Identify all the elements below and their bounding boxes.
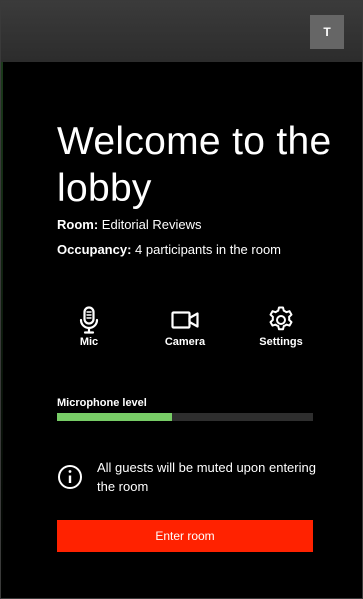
mic-button[interactable]: Mic bbox=[49, 305, 129, 348]
lobby-screen: T Welcome to the lobby Room: Editorial R… bbox=[0, 0, 363, 599]
enter-room-button[interactable]: Enter room bbox=[57, 520, 313, 552]
occupancy-info: Occupancy: 4 participants in the room bbox=[57, 242, 281, 258]
occupancy-label: Occupancy: bbox=[57, 242, 132, 257]
gear-icon bbox=[269, 306, 293, 331]
page-title: Welcome to the lobby bbox=[57, 120, 332, 210]
microphone-icon bbox=[79, 306, 99, 334]
room-info: Room: Editorial Reviews bbox=[57, 217, 202, 233]
media-controls: Mic Camera Settings bbox=[1, 305, 362, 355]
camera-label: Camera bbox=[164, 336, 206, 348]
microphone-level-fill bbox=[57, 413, 173, 421]
settings-button[interactable]: Settings bbox=[241, 305, 321, 348]
occupancy-value: 4 participants in the room bbox=[135, 242, 282, 257]
notice-text: All guests will be muted upon entering t… bbox=[97, 460, 316, 494]
user-avatar[interactable]: T bbox=[310, 15, 344, 49]
settings-label: Settings bbox=[259, 336, 303, 348]
mute-notice: All guests will be muted upon entering t… bbox=[57, 458, 317, 498]
room-label: Room: bbox=[57, 217, 99, 232]
camera-button[interactable]: Camera bbox=[145, 305, 225, 348]
microphone-level-label: Microphone level bbox=[57, 397, 147, 409]
info-icon bbox=[58, 465, 82, 489]
microphone-level-meter bbox=[57, 413, 313, 421]
top-bar: T bbox=[1, 1, 362, 62]
camera-icon bbox=[171, 311, 199, 329]
room-value: Editorial Reviews bbox=[101, 217, 202, 232]
mic-label: Mic bbox=[79, 336, 99, 348]
